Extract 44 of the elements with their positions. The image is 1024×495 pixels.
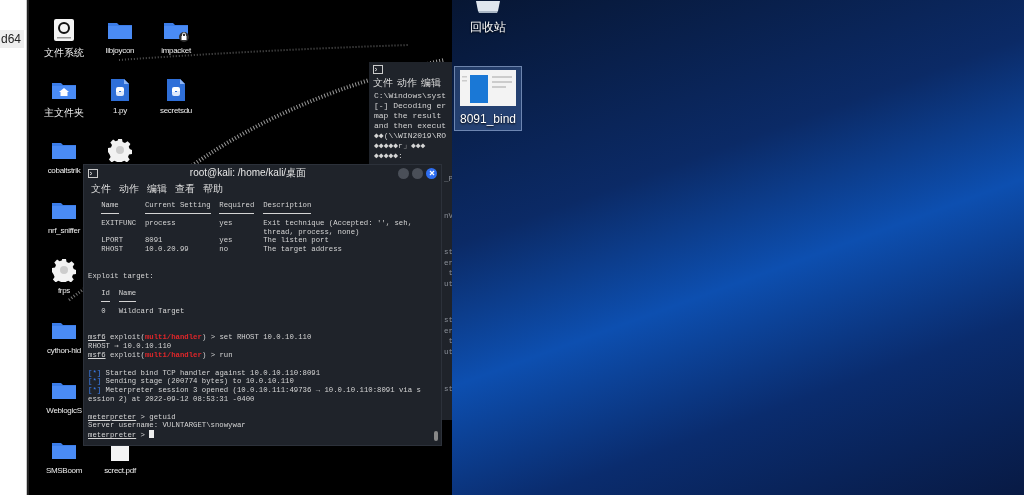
- tab-label[interactable]: d64: [0, 30, 24, 48]
- window-thumbnail-icon: [460, 70, 516, 106]
- menu-item[interactable]: 查看: [175, 182, 195, 196]
- icon-label[interactable]: 1.py: [113, 106, 127, 115]
- icon-label[interactable]: screct.pdf: [104, 466, 136, 475]
- close-button[interactable]: [426, 167, 437, 179]
- console-line: [-] Decoding er: [373, 101, 447, 111]
- console-line: C:\Windows\syst: [373, 91, 447, 101]
- gear-icon: [52, 258, 76, 282]
- console-line: ◆◆(\\WIN2019\RO: [373, 131, 448, 141]
- terminal-icon: [373, 64, 383, 74]
- icon-label[interactable]: frps: [57, 286, 71, 295]
- drive-icon: [53, 18, 75, 42]
- menu-item[interactable]: 文件: [91, 182, 111, 196]
- console-line: ◆◆◆◆◆:: [373, 151, 404, 161]
- icon-label[interactable]: 主文件夹: [44, 106, 84, 120]
- desktop-icon[interactable]: 8091_bind: [454, 66, 522, 131]
- window-title: root@kali: /home/kali/桌面: [188, 166, 308, 180]
- terminal-icon: [88, 168, 98, 178]
- menu-item[interactable]: 帮助: [203, 182, 223, 196]
- console-line: ◆◆◆◆◆r」◆◆◆: [373, 141, 427, 151]
- icon-label[interactable]: cobaltstrik: [47, 166, 81, 175]
- icon-label[interactable]: cython-hid: [47, 346, 81, 355]
- icon-label[interactable]: 文件系统: [44, 46, 84, 60]
- menu-item[interactable]: 编辑: [421, 76, 441, 90]
- menu-item[interactable]: 动作: [397, 76, 417, 90]
- icon-label[interactable]: nrf_sniffer: [47, 226, 81, 235]
- menu-item[interactable]: 编辑: [147, 182, 167, 196]
- recycle-bin-icon: [473, 1, 503, 13]
- console-line: map the result: [373, 111, 443, 121]
- icon-label[interactable]: SMSBoom: [45, 466, 83, 475]
- icon-label[interactable]: libjoycon: [105, 46, 135, 55]
- icon-label[interactable]: impacket: [161, 46, 191, 55]
- scrollbar-thumb[interactable]: [434, 431, 438, 441]
- python-file-icon: [166, 78, 186, 102]
- icon-label[interactable]: secretsdu: [160, 106, 192, 115]
- icon-label[interactable]: WeblogicS: [46, 406, 82, 415]
- menu-item[interactable]: 文件: [373, 76, 393, 90]
- minimize-button[interactable]: [398, 167, 409, 179]
- console-line: and then execut: [373, 121, 447, 131]
- menu-item[interactable]: 动作: [119, 182, 139, 196]
- gear-icon: [108, 138, 132, 162]
- python-file-icon: [110, 78, 130, 102]
- desktop-icon[interactable]: 回收站: [454, 0, 522, 41]
